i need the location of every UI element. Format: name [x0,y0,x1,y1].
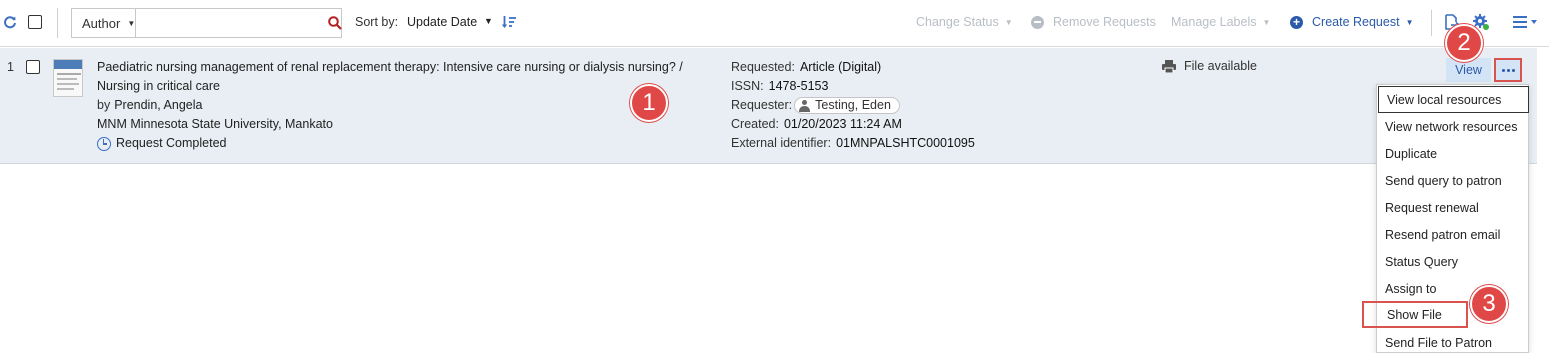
change-status-button[interactable]: Change Status ▼ [916,15,1013,29]
issn-value: 1478-5153 [768,79,829,93]
title-line-2: Nursing in critical care [97,79,220,93]
sort-by-label: Sort by: [355,15,399,29]
menu-item-duplicate[interactable]: Duplicate [1377,140,1528,167]
row-actions-menu: View local resources View network resour… [1362,84,1529,353]
clock-icon [97,136,111,151]
toolbar-divider [1431,10,1432,36]
menu-item-view-network-resources[interactable]: View network resources [1377,113,1528,140]
title-line-1: Paediatric nursing management of renal r… [97,60,683,74]
manage-labels-label: Manage Labels [1171,15,1257,29]
search-field-label: Author [82,15,121,31]
chevron-down-icon: ▼ [127,18,136,28]
sort-descending-icon[interactable] [501,13,517,31]
toolbar-divider [57,8,58,38]
create-request-button[interactable]: + Create Request ▼ [1290,15,1413,29]
printer-icon [1162,59,1176,73]
user-icon [799,99,811,112]
minus-circle-icon [1031,15,1044,29]
remove-requests-label: Remove Requests [1053,15,1156,29]
chevron-down-icon[interactable]: ▼ [484,16,493,26]
ellipsis-icon [1501,68,1515,72]
menu-item-send-file-to-patron[interactable]: Send File to Patron [1377,329,1528,353]
status-line: Request Completed [97,134,707,153]
menu-item-view-local-resources[interactable]: View local resources [1378,86,1529,113]
requested-label: Requested: [731,60,795,74]
request-title-link[interactable]: Paediatric nursing management of renal r… [97,58,707,96]
change-status-label: Change Status [916,15,999,29]
toolbar: Author ▼ Sort by: Update Date ▼ Change S… [0,0,1549,47]
search-group: Author ▼ [71,8,343,38]
created-value: 01/20/2023 11:24 AM [783,117,902,131]
sort-by-select[interactable]: Update Date [407,15,477,29]
search-icon[interactable] [328,9,343,37]
article-thumbnail [53,59,83,97]
callout-2: 2 [1445,24,1483,62]
search-input[interactable] [136,9,329,37]
chevron-down-icon: ▼ [1004,17,1013,27]
menu-item-status-query[interactable]: Status Query [1377,248,1528,275]
chevron-down-icon: ▼ [1262,17,1271,27]
table-row: 1 Paediatric nursing management of renal… [0,48,1537,164]
requested-value: Article (Digital) [799,60,882,74]
author-line: by Prendin, Angela [97,96,707,115]
requester-label: Requester: [731,98,793,112]
callout-1: 1 [630,84,668,122]
status-dot-icon [1483,24,1489,30]
request-details: Paediatric nursing management of renal r… [97,58,707,153]
requester-value: Testing, Eden [815,98,891,113]
requester-pill[interactable]: Testing, Eden [794,97,900,115]
row-number: 1 [7,60,14,74]
plus-circle-icon: + [1290,15,1303,29]
by-label: by [97,98,111,112]
menu-item-resend-patron-email[interactable]: Resend patron email [1377,221,1528,248]
refresh-icon[interactable] [3,13,17,31]
row-checkbox[interactable] [26,60,40,74]
select-all-checkbox[interactable] [28,15,42,29]
file-available-indicator: File available [1162,59,1257,73]
search-field-select[interactable]: Author ▼ [72,9,137,37]
external-id-value: 01MNPALSHTC0001095 [836,136,975,150]
author: Prendin, Angela [114,98,203,112]
request-status: Request Completed [116,136,227,150]
create-request-label: Create Request [1312,15,1400,29]
issn-label: ISSN: [731,79,764,93]
menu-item-send-query-to-patron[interactable]: Send query to patron [1377,167,1528,194]
library: MNM Minnesota State University, Mankato [97,117,333,131]
request-metadata: Requested: Article (Digital) ISSN: 1478-51… [731,58,1131,153]
chevron-down-icon: ▼ [1405,17,1414,27]
menu-item-request-renewal[interactable]: Request renewal [1377,194,1528,221]
remove-requests-button[interactable]: Remove Requests [1031,15,1156,29]
view-button[interactable]: View [1446,58,1491,82]
file-status: File available [1184,59,1257,73]
external-id-label: External identifier: [731,136,832,150]
more-actions-button[interactable] [1494,58,1522,82]
list-view-icon[interactable] [1513,14,1539,30]
created-label: Created: [731,117,779,131]
menu-item-show-file[interactable]: Show File [1362,301,1468,328]
callout-3: 3 [1470,285,1508,323]
manage-labels-button[interactable]: Manage Labels ▼ [1171,15,1270,29]
